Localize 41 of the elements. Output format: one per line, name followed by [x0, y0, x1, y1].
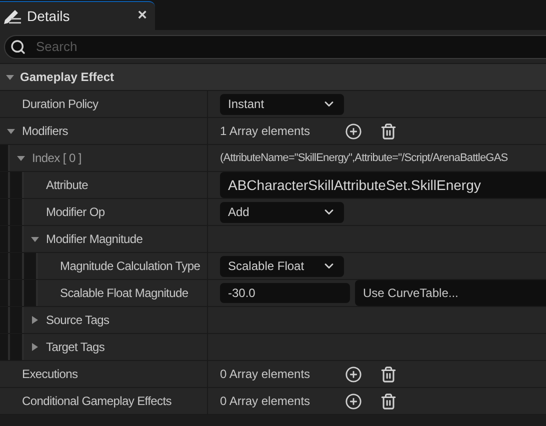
dropdown[interactable]: Add [220, 202, 344, 222]
struct-value: (AttributeName="SkillEnergy",Attribute="/Script/ArenaBattleGAS [220, 150, 508, 166]
property-label: Source Tags [46, 312, 110, 329]
details-tab[interactable]: Details × [0, 1, 155, 30]
category-title: Gameplay Effect [20, 69, 114, 86]
close-button[interactable]: × [138, 8, 147, 24]
property-label: Magnitude Calculation Type [60, 258, 200, 275]
property-label: Executions [22, 366, 78, 383]
collapse-arrow-icon[interactable] [30, 234, 40, 244]
expand-arrow-icon[interactable] [30, 315, 40, 325]
delete-icon[interactable] [380, 122, 397, 140]
collapse-arrow-icon[interactable] [16, 153, 26, 163]
add-icon[interactable] [345, 392, 362, 410]
dropdown[interactable]: Instant [220, 94, 344, 114]
property-label: Duration Policy [22, 96, 98, 113]
search-field[interactable]: Search [4, 34, 546, 58]
property-label: Conditional Gameplay Effects [22, 393, 172, 410]
collapse-arrow-icon[interactable] [6, 126, 16, 136]
tab-title: Details [27, 6, 70, 26]
add-icon[interactable] [345, 122, 362, 140]
property-label: Scalable Float Magnitude [60, 285, 188, 302]
delete-icon[interactable] [380, 392, 397, 410]
pencil-icon [2, 7, 22, 25]
attribute-field[interactable]: ABCharacterSkillAttributeSet.SkillEnergy [220, 172, 546, 198]
search-icon [10, 38, 26, 54]
array-count: 1 Array elements [220, 123, 312, 140]
collapse-arrow-icon[interactable] [5, 72, 15, 82]
property-label: Modifier Magnitude [46, 231, 143, 248]
property-label: Attribute [46, 177, 88, 194]
array-count: 0 Array elements [220, 366, 312, 383]
add-icon[interactable] [345, 366, 362, 382]
delete-icon[interactable] [380, 366, 397, 382]
dropdown[interactable]: Scalable Float [220, 256, 344, 276]
property-label: Target Tags [46, 339, 105, 356]
expand-arrow-icon[interactable] [30, 342, 40, 352]
array-count: 0 Array elements [220, 393, 312, 410]
property-label: Index [ 0 ] [32, 150, 82, 167]
curve-table-field[interactable]: Use CurveTable... [355, 280, 546, 306]
number-field[interactable]: -30.0 [220, 283, 350, 303]
property-label: Modifier Op [46, 204, 105, 221]
property-label: Modifiers [22, 123, 68, 140]
